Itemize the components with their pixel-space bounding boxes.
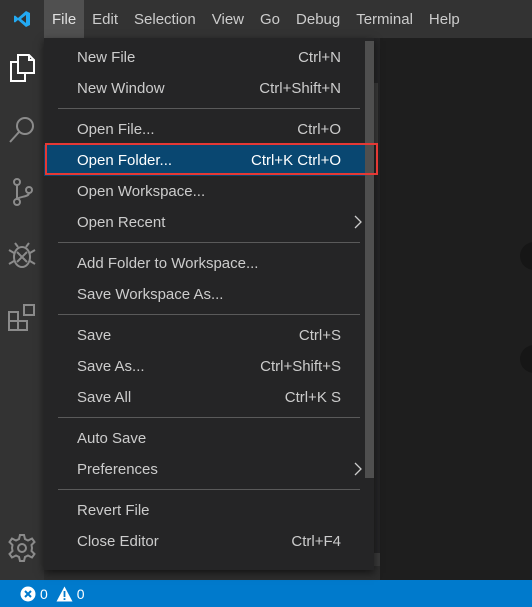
- menu-item-label: Save All: [77, 389, 132, 406]
- menu-file[interactable]: File: [44, 0, 85, 38]
- menu-separator: [44, 310, 374, 320]
- menu-item-label: Preferences: [77, 461, 158, 478]
- menu-item-open-folder[interactable]: Open Folder... Ctrl+K Ctrl+O: [44, 145, 365, 176]
- error-icon: [20, 586, 36, 602]
- menu-separator: [44, 413, 374, 423]
- menu-item-label: Auto Save: [77, 430, 147, 447]
- menu-item-add-folder-to-workspace[interactable]: Add Folder to Workspace...: [44, 248, 374, 279]
- menu-item-label: Save: [77, 327, 112, 344]
- warning-count: 0: [76, 585, 85, 602]
- menu-item-label: Close Editor: [77, 533, 159, 550]
- menu-selection[interactable]: Selection: [126, 0, 204, 38]
- problems-status[interactable]: 0 0: [20, 586, 85, 602]
- menu-item-label: Open Folder...: [77, 152, 173, 169]
- menu-item-shortcut: Ctrl+K Ctrl+O: [250, 152, 341, 169]
- menu-bar: File Edit Selection View Go Debug Termin…: [44, 0, 468, 38]
- menu-item-shortcut: Ctrl+O: [297, 121, 341, 138]
- menu-item-label: Save As...: [77, 358, 145, 375]
- menu-item-open-file[interactable]: Open File... Ctrl+O: [44, 114, 374, 145]
- menu-item-label: Save Workspace As...: [77, 286, 224, 303]
- gear-icon[interactable]: [0, 524, 44, 572]
- vscode-logo-icon: [0, 0, 44, 38]
- debug-icon[interactable]: [0, 232, 44, 280]
- menu-item-label: Open File...: [77, 121, 155, 138]
- extensions-icon[interactable]: [0, 294, 44, 342]
- menu-item-shortcut: Ctrl+Shift+N: [259, 80, 341, 97]
- chevron-right-icon: [354, 215, 362, 233]
- menu-item-shortcut: Ctrl+Shift+S: [260, 358, 341, 375]
- menu-item-shortcut: Ctrl+N: [298, 49, 341, 66]
- chevron-right-icon: [354, 462, 362, 480]
- editor-decoration: [520, 242, 532, 270]
- menu-item-revert-file[interactable]: Revert File: [44, 495, 374, 526]
- menu-item-new-window[interactable]: New Window Ctrl+Shift+N: [44, 73, 374, 104]
- menu-item-save[interactable]: Save Ctrl+S: [44, 320, 374, 351]
- menu-item-label: Add Folder to Workspace...: [77, 255, 259, 272]
- menu-terminal[interactable]: Terminal: [348, 0, 421, 38]
- menu-go[interactable]: Go: [252, 0, 288, 38]
- menu-item-save-all[interactable]: Save All Ctrl+K S: [44, 382, 374, 413]
- menu-debug[interactable]: Debug: [288, 0, 348, 38]
- error-count: 0: [40, 585, 48, 602]
- menu-item-label: New File: [77, 49, 136, 66]
- menu-item-preferences[interactable]: Preferences: [44, 454, 374, 485]
- menu-help[interactable]: Help: [421, 0, 468, 38]
- menu-separator: [44, 485, 374, 495]
- menu-item-label: Revert File: [77, 502, 150, 519]
- warning-icon: [56, 586, 73, 602]
- editor-area: [380, 38, 532, 580]
- menu-item-label: Open Recent: [77, 214, 166, 231]
- menu-item-close-editor[interactable]: Close Editor Ctrl+F4: [44, 526, 374, 557]
- title-bar: File Edit Selection View Go Debug Termin…: [0, 0, 532, 38]
- menu-view[interactable]: View: [204, 0, 252, 38]
- file-menu: New File Ctrl+N New Window Ctrl+Shift+N …: [44, 38, 374, 570]
- menu-item-save-workspace-as[interactable]: Save Workspace As...: [44, 279, 374, 310]
- source-control-icon[interactable]: [0, 168, 44, 216]
- menu-item-shortcut: Ctrl+S: [298, 327, 341, 344]
- menu-edit[interactable]: Edit: [84, 0, 126, 38]
- menu-item-shortcut: Ctrl+F4: [291, 533, 341, 550]
- menu-item-open-workspace[interactable]: Open Workspace...: [44, 176, 374, 207]
- menu-item-shortcut: Ctrl+K S: [284, 389, 341, 406]
- menu-item-auto-save[interactable]: Auto Save: [44, 423, 374, 454]
- search-icon[interactable]: [0, 106, 44, 154]
- status-bar: 0 0: [0, 580, 532, 607]
- menu-separator: [44, 238, 374, 248]
- menu-item-label: Open Workspace...: [77, 183, 206, 200]
- menu-item-new-file[interactable]: New File Ctrl+N: [44, 42, 374, 73]
- editor-decoration: [520, 345, 532, 373]
- menu-item-save-as[interactable]: Save As... Ctrl+Shift+S: [44, 351, 374, 382]
- menu-separator: [44, 104, 374, 114]
- files-icon[interactable]: [0, 44, 44, 92]
- menu-item-open-recent[interactable]: Open Recent: [44, 207, 374, 238]
- menu-item-label: New Window: [77, 80, 165, 97]
- activity-bar: [0, 38, 44, 580]
